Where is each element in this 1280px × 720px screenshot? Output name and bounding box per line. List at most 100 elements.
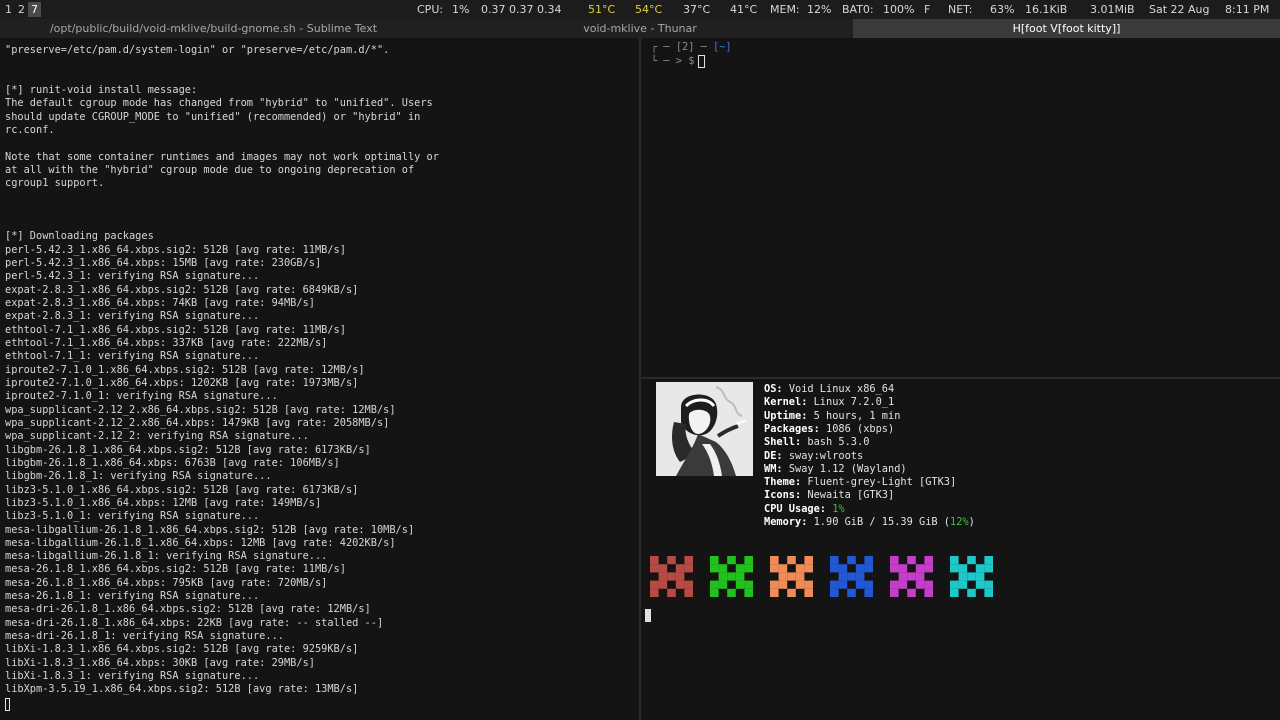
palette-cell	[898, 564, 908, 573]
palette-cell	[727, 588, 736, 597]
palette-cell	[855, 564, 865, 573]
palette-cell	[958, 580, 968, 589]
terminal-line: ethtool-7.1_1.x86_64.xbps.sig2: 512B [av…	[5, 323, 346, 336]
fetch-key: DE:	[764, 449, 783, 462]
battery-state: F	[924, 3, 931, 16]
palette-cell	[890, 588, 899, 597]
prompt-symbol: ─ > $	[663, 55, 695, 67]
prompt-sep: ─	[700, 41, 707, 53]
palette-cell	[924, 588, 933, 597]
fetch-line: OS: Void Linux x86_64	[764, 383, 894, 396]
palette-cell	[830, 588, 839, 597]
temp-2: 54°C	[635, 3, 663, 16]
palette-cell	[838, 572, 848, 581]
palette-cell	[915, 572, 925, 581]
palette-cell	[864, 580, 873, 589]
cpu-value: 1%	[452, 3, 470, 16]
workspace-1[interactable]: 1	[2, 2, 15, 17]
fetch-line: DE: sway:wlroots	[764, 450, 863, 463]
fetch-memory-value: 1.90 GiB / 15.39 GiB (	[813, 516, 950, 528]
palette-cell	[795, 564, 805, 573]
clock: 8:11 PM	[1225, 3, 1270, 16]
palette-cell	[804, 564, 813, 573]
palette-cell	[718, 572, 728, 581]
palette-cell	[864, 556, 873, 565]
terminal-line: "preserve=/etc/pam.d/system-login" or "p…	[5, 44, 390, 56]
terminal-line: ethtool-7.1_1: verifying RSA signature..…	[5, 350, 260, 363]
palette-cell	[847, 588, 856, 597]
palette-cell	[787, 588, 796, 597]
workspace-2[interactable]: 2	[15, 2, 28, 17]
fetch-value: Void Linux x86_64	[788, 383, 895, 395]
palette-cell	[924, 556, 933, 565]
terminal-line: libz3-5.1.0_1.x86_64.xbps.sig2: 512B [av…	[5, 483, 359, 496]
palette-cell	[675, 564, 685, 573]
window-title-bar: /opt/public/build/void-mklive/build-gnom…	[0, 19, 1280, 38]
terminal-line: libgbm-26.1.8_1.x86_64.xbps: 6763B [avg …	[5, 456, 340, 469]
terminal-left[interactable]: "preserve=/etc/pam.d/system-login" or "p…	[0, 38, 639, 720]
title-sublime-text[interactable]: /opt/public/build/void-mklive/build-gnom…	[0, 19, 427, 38]
terminal-bottom-right[interactable]: OS: Void Linux x86_64 Kernel: Linux 7.2.0…	[641, 379, 1280, 720]
anime-girl-portrait-icon	[656, 382, 753, 476]
status-bar: 1 2 7 CPU: 1% 0.37 0.37 0.34 51°C 54°C 3…	[0, 0, 1280, 19]
terminal-line: wpa_supplicant-2.12_2.x86_64.xbps.sig2: …	[5, 403, 396, 416]
fetch-value: Fluent-grey-Light [GTK3]	[807, 476, 957, 489]
palette-cell	[907, 556, 916, 565]
fetch-line: Kernel: Linux 7.2.0_1	[764, 396, 894, 409]
prompt-line-1: ┌ ─ [2] ─ [~]	[651, 41, 732, 53]
palette-block	[650, 556, 693, 597]
palette-cell	[770, 564, 779, 573]
fetch-line: Shell: bash 5.3.0	[764, 436, 869, 449]
palette-cell	[907, 572, 916, 581]
palette-cell	[967, 588, 976, 597]
fetch-value: bash 5.3.0	[807, 436, 870, 449]
battery-label: BAT0:	[842, 3, 874, 16]
terminal-line: libXi-1.8.3_1: verifying RSA signature..…	[5, 670, 260, 683]
palette-cell	[838, 580, 848, 589]
terminal-top-right[interactable]: ┌ ─ [2] ─ [~] └ ─ > $	[641, 38, 1280, 377]
palette-cell	[847, 556, 856, 565]
palette-cell	[950, 580, 959, 589]
palette-cell	[787, 556, 796, 565]
terminal-line: mesa-dri-26.1.8_1: verifying RSA signatu…	[5, 630, 284, 643]
palette-cell	[830, 556, 839, 565]
palette-cell	[984, 564, 993, 573]
palette-cell	[898, 580, 908, 589]
mem-value: 12%	[807, 3, 832, 16]
palette-cell	[684, 580, 693, 589]
palette-cell	[667, 588, 676, 597]
fetch-line: Icons: Newaita [GTK3]	[764, 489, 894, 502]
fetch-key: Icons:	[764, 489, 802, 502]
palette-cell	[658, 572, 668, 581]
title-thunar[interactable]: void-mklive - Thunar	[427, 19, 853, 38]
palette-cell	[735, 564, 745, 573]
palette-cell	[787, 572, 796, 581]
title-foot-kitty-container[interactable]: H[foot V[foot kitty]]	[853, 19, 1280, 38]
fetch-memory-close: )	[968, 516, 975, 528]
palette-cell	[975, 564, 985, 573]
palette-cell	[924, 564, 933, 573]
terminal-line: perl-5.42.3_1.x86_64.xbps.sig2: 512B [av…	[5, 243, 346, 256]
net-down: 16.1KiB	[1025, 3, 1068, 16]
net-signal: 63%	[990, 3, 1015, 16]
battery-value: 100%	[883, 3, 915, 16]
fetch-key: OS:	[764, 383, 783, 395]
palette-cell	[830, 580, 839, 589]
palette-cell	[984, 580, 993, 589]
fetch-value: Newaita [GTK3]	[807, 489, 895, 502]
terminal-line: mesa-26.1.8_1.x86_64.xbps.sig2: 512B [av…	[5, 563, 346, 576]
palette-cell	[890, 580, 899, 589]
workspace-7[interactable]: 7	[28, 2, 41, 17]
palette-cell	[744, 564, 753, 573]
terminal-line: libz3-5.1.0_1: verifying RSA signature..…	[5, 510, 260, 523]
palette-cell	[778, 572, 788, 581]
fetch-value: Linux 7.2.0_1	[813, 396, 895, 409]
palette-cell	[650, 556, 659, 565]
palette-cell	[890, 556, 899, 565]
palette-cell	[718, 564, 728, 573]
terminal-line: mesa-26.1.8_1: verifying RSA signature..…	[5, 590, 260, 603]
prompt-cwd: [~]	[713, 41, 732, 53]
terminal-line: cgroup1 support.	[5, 177, 105, 190]
terminal-line: libgbm-26.1.8_1: verifying RSA signature…	[5, 470, 272, 483]
fetch-line: WM: Sway 1.12 (Wayland)	[764, 463, 907, 476]
